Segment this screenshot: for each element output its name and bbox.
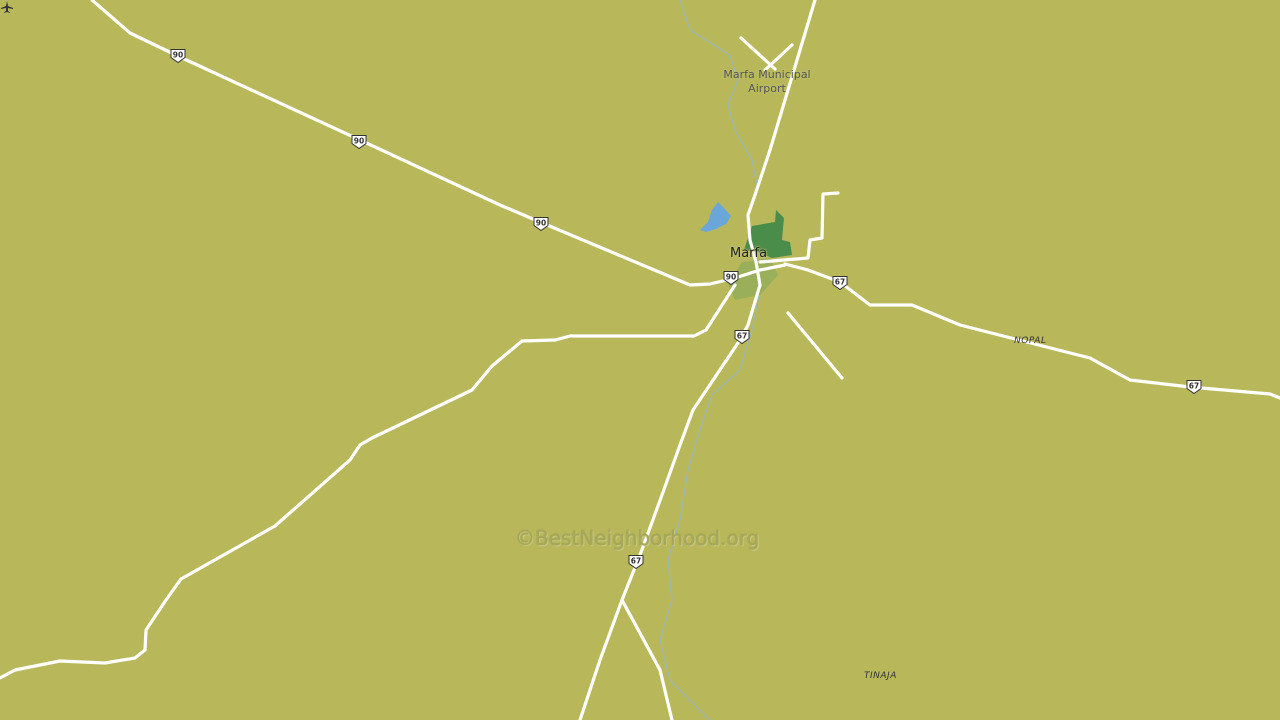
route-number: 67 [1188, 381, 1200, 391]
town-label-marfa: Marfa [730, 246, 768, 261]
place-label-nopal: NOPAL [1014, 336, 1047, 346]
airplane-icon [1, 1, 13, 13]
route-number: 90 [535, 218, 547, 228]
road-us90 [90, 0, 787, 287]
route-shield-us67: 67 [832, 276, 848, 291]
airport-runway-3 [786, 311, 844, 380]
road-southwest [0, 283, 737, 680]
route-shield-us90: 90 [723, 271, 739, 286]
route-number: 90 [725, 272, 737, 282]
route-shield-us90: 90 [351, 135, 367, 150]
map-layer [0, 0, 1280, 720]
road-us67-east [783, 262, 1280, 400]
creek-south [659, 289, 761, 720]
road-network [0, 0, 1280, 720]
place-label-tinaja: TINAJA [864, 671, 897, 681]
route-shield-us90: 90 [533, 217, 549, 232]
airport-label: Marfa Municipal Airport [723, 68, 811, 95]
route-shield-us67: 67 [734, 330, 750, 345]
route-shield-us90: 90 [170, 49, 186, 64]
route-number: 90 [172, 50, 184, 60]
lake [700, 202, 731, 232]
route-number: 67 [630, 556, 642, 566]
road-us67-south [578, 0, 817, 720]
route-shield-us67: 67 [1186, 380, 1202, 395]
map-canvas[interactable]: Marfa Municipal Airport Marfa NOPAL TINA… [0, 0, 1280, 720]
watermark: ©BestNeighborhood.org [515, 526, 760, 550]
route-number: 67 [736, 331, 748, 341]
route-shield-us67: 67 [628, 555, 644, 570]
route-number: 67 [834, 277, 846, 287]
creek-lines [659, 0, 761, 720]
route-number: 90 [353, 136, 365, 146]
airport-runway-2 [763, 43, 794, 72]
